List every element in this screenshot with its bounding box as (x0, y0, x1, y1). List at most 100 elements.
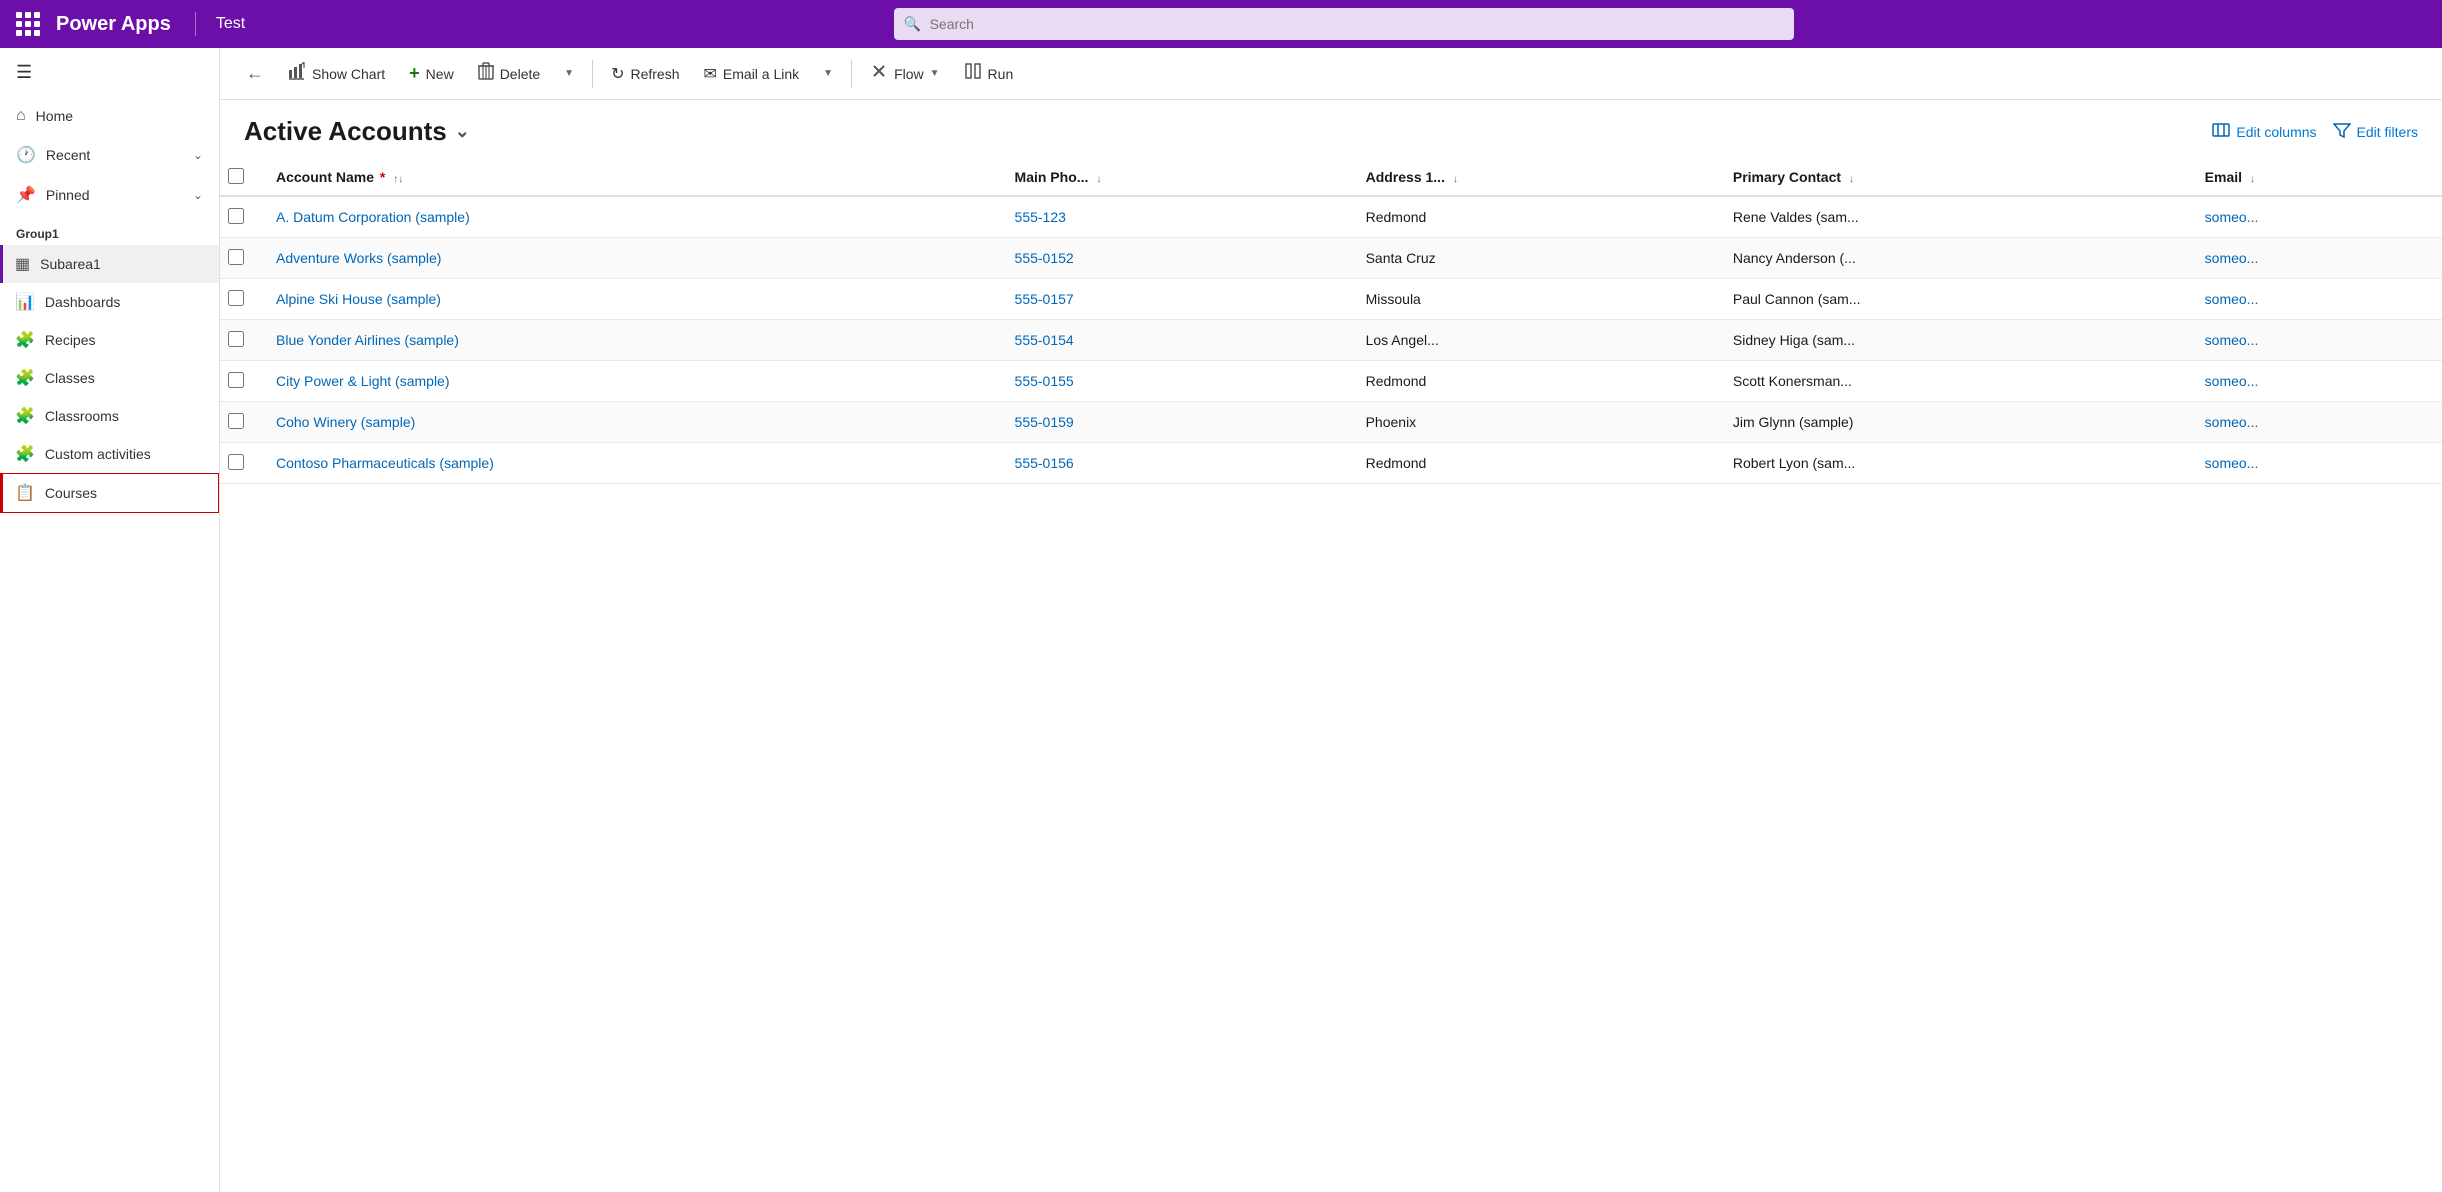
edit-filters-icon (2333, 121, 2351, 142)
account-name-link-6[interactable]: Contoso Pharmaceuticals (sample) (276, 455, 494, 471)
edit-columns-button[interactable]: Edit columns (2212, 121, 2316, 142)
email-link-0[interactable]: someo... (2205, 209, 2259, 225)
col-primary-contact[interactable]: Primary Contact ↓ (1717, 159, 2189, 196)
row-primary-contact-4: Scott Konersman... (1717, 361, 2189, 402)
row-checkbox-6[interactable] (228, 454, 244, 470)
email-link-2[interactable]: someo... (2205, 291, 2259, 307)
col-address-sort[interactable]: ↓ (1453, 174, 1458, 185)
main-phone-link-5[interactable]: 555-0159 (1015, 414, 1074, 430)
account-name-link-5[interactable]: Coho Winery (sample) (276, 414, 415, 430)
col-main-phone-label: Main Pho... (1015, 169, 1089, 185)
col-main-phone[interactable]: Main Pho... ↓ (999, 159, 1350, 196)
row-checkbox-2[interactable] (228, 290, 244, 306)
row-checkbox-cell[interactable] (220, 402, 260, 443)
app-logo: Power Apps (56, 13, 171, 36)
row-checkbox-0[interactable] (228, 208, 244, 224)
main-phone-link-0[interactable]: 555-123 (1015, 209, 1066, 225)
main-phone-link-2[interactable]: 555-0157 (1015, 291, 1074, 307)
flow-dropdown-arrow: ▼ (930, 68, 940, 79)
col-email-sort[interactable]: ↓ (2250, 174, 2255, 185)
refresh-label: Refresh (630, 66, 679, 82)
list-title[interactable]: Active Accounts ⌄ (244, 116, 470, 147)
sidebar-item-pinned[interactable]: 📌 Pinned ⌄ (0, 175, 219, 215)
account-name-link-4[interactable]: City Power & Light (sample) (276, 373, 450, 389)
delete-button[interactable]: Delete (468, 56, 550, 91)
sidebar-item-recipes[interactable]: 🧩 Recipes (0, 321, 219, 359)
hamburger-button[interactable]: ☰ (0, 48, 219, 97)
row-checkbox-3[interactable] (228, 331, 244, 347)
row-checkbox-1[interactable] (228, 249, 244, 265)
new-button[interactable]: + New (399, 57, 464, 90)
sidebar-item-subarea1[interactable]: ▦ Subarea1 (0, 245, 219, 283)
account-name-link-2[interactable]: Alpine Ski House (sample) (276, 291, 441, 307)
row-checkbox-4[interactable] (228, 372, 244, 388)
col-email[interactable]: Email ↓ (2189, 159, 2442, 196)
edit-filters-button[interactable]: Edit filters (2333, 121, 2418, 142)
sidebar-item-courses[interactable]: 📋 Courses (0, 473, 219, 513)
email-link-dropdown-button[interactable]: ▼ (813, 62, 843, 85)
waffle-icon[interactable] (12, 8, 44, 40)
edit-columns-icon (2212, 121, 2230, 142)
col-main-phone-sort[interactable]: ↓ (1096, 174, 1101, 185)
row-checkbox-cell[interactable] (220, 361, 260, 402)
main-phone-link-4[interactable]: 555-0155 (1015, 373, 1074, 389)
run-button[interactable]: Run (954, 56, 1024, 91)
sidebar-item-recent[interactable]: 🕐 Recent ⌄ (0, 135, 219, 175)
row-primary-contact-5: Jim Glynn (sample) (1717, 402, 2189, 443)
table-row: Adventure Works (sample) 555-0152 Santa … (220, 238, 2442, 279)
show-chart-label: Show Chart (312, 66, 385, 82)
row-checkbox-cell[interactable] (220, 443, 260, 484)
custom-activities-label: Custom activities (45, 446, 151, 462)
table-header-row: Account Name * ↑↓ Main Pho... ↓ Address … (220, 159, 2442, 196)
row-address-5: Phoenix (1350, 402, 1717, 443)
row-account-name-1: Adventure Works (sample) (260, 238, 999, 279)
email-link-5[interactable]: someo... (2205, 414, 2259, 430)
col-account-name[interactable]: Account Name * ↑↓ (260, 159, 999, 196)
sidebar-item-home[interactable]: ⌂ Home (0, 97, 219, 135)
row-checkbox-cell[interactable] (220, 279, 260, 320)
main-phone-link-6[interactable]: 555-0156 (1015, 455, 1074, 471)
main-phone-link-3[interactable]: 555-0154 (1015, 332, 1074, 348)
email-link-4[interactable]: someo... (2205, 373, 2259, 389)
sidebar-item-classrooms[interactable]: 🧩 Classrooms (0, 397, 219, 435)
back-button[interactable]: ← (236, 57, 274, 90)
account-name-link-0[interactable]: A. Datum Corporation (sample) (276, 209, 470, 225)
row-checkbox-cell[interactable] (220, 320, 260, 361)
email-link-3[interactable]: someo... (2205, 332, 2259, 348)
show-chart-button[interactable]: Show Chart (278, 56, 395, 91)
row-main-phone-5: 555-0159 (999, 402, 1350, 443)
delete-icon (478, 62, 494, 85)
account-name-link-1[interactable]: Adventure Works (sample) (276, 250, 441, 266)
row-checkbox-cell[interactable] (220, 238, 260, 279)
sidebar-group-title: Group1 (0, 215, 219, 245)
col-address[interactable]: Address 1... ↓ (1350, 159, 1717, 196)
row-checkbox-cell[interactable] (220, 196, 260, 238)
select-all-checkbox[interactable] (228, 168, 244, 184)
sidebar-item-dashboards[interactable]: 📊 Dashboards (0, 283, 219, 321)
flow-button[interactable]: Flow ▼ (860, 56, 949, 91)
sidebar-item-classes[interactable]: 🧩 Classes (0, 359, 219, 397)
main-phone-link-1[interactable]: 555-0152 (1015, 250, 1074, 266)
col-account-name-label: Account Name (276, 169, 374, 185)
email-link-6[interactable]: someo... (2205, 455, 2259, 471)
delete-dropdown-button[interactable]: ▼ (554, 62, 584, 85)
courses-icon: 📋 (15, 483, 35, 503)
custom-activities-icon: 🧩 (15, 444, 35, 464)
recipes-label: Recipes (45, 332, 96, 348)
toolbar-divider-1 (592, 60, 593, 88)
search-input[interactable] (894, 8, 1794, 40)
account-name-link-3[interactable]: Blue Yonder Airlines (sample) (276, 332, 459, 348)
sidebar-item-custom-activities[interactable]: 🧩 Custom activities (0, 435, 219, 473)
col-address-label: Address 1... (1366, 169, 1445, 185)
email-link-button[interactable]: ✉ Email a Link (694, 58, 810, 90)
row-address-4: Redmond (1350, 361, 1717, 402)
email-link-1[interactable]: someo... (2205, 250, 2259, 266)
subarea1-label: Subarea1 (40, 256, 101, 272)
col-primary-contact-sort[interactable]: ↓ (1849, 174, 1854, 185)
toolbar-divider-2 (851, 60, 852, 88)
checkbox-header[interactable] (220, 159, 260, 196)
refresh-button[interactable]: ↻ Refresh (601, 58, 689, 90)
row-primary-contact-1: Nancy Anderson (... (1717, 238, 2189, 279)
col-account-name-sort[interactable]: ↑↓ (393, 174, 403, 185)
row-checkbox-5[interactable] (228, 413, 244, 429)
